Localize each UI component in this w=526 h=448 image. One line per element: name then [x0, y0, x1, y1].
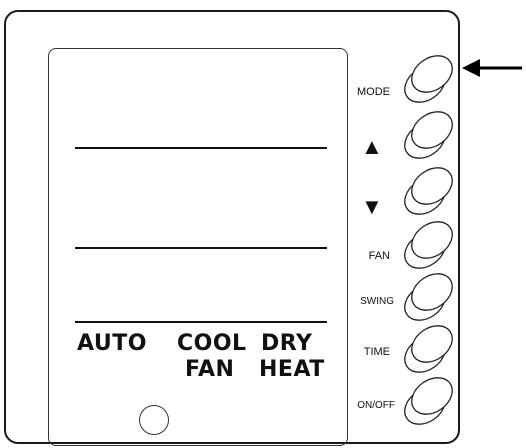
lcd-display: AUTO COOL DRY FAN HEAT [48, 48, 348, 446]
display-divider [75, 147, 327, 149]
fan-button-label: FAN [368, 250, 390, 262]
time-button[interactable] [392, 318, 462, 378]
left-arrow-icon [462, 59, 522, 77]
mode-label-auto: AUTO [77, 331, 147, 356]
mode-button[interactable] [392, 48, 462, 108]
display-divider [75, 247, 327, 249]
up-triangle-icon: ▲ [361, 134, 383, 159]
mode-button-label: MODE [357, 86, 390, 98]
mode-label-dry: DRY [261, 331, 313, 356]
onoff-button[interactable] [392, 370, 462, 430]
down-button[interactable] [392, 160, 462, 220]
down-triangle-icon: ▼ [361, 194, 383, 219]
fan-button[interactable] [392, 214, 462, 274]
mode-label-cool: COOL [177, 331, 247, 356]
onoff-button-label: ON/OFF [357, 400, 395, 411]
up-button[interactable] [392, 104, 462, 164]
mode-label-heat: HEAT [259, 357, 325, 382]
swing-button[interactable] [392, 266, 462, 326]
display-knob [139, 405, 169, 435]
time-button-label: TIME [363, 346, 390, 358]
display-divider [75, 321, 327, 323]
swing-button-label: SWING [360, 296, 394, 307]
mode-label-fan: FAN [185, 357, 235, 382]
